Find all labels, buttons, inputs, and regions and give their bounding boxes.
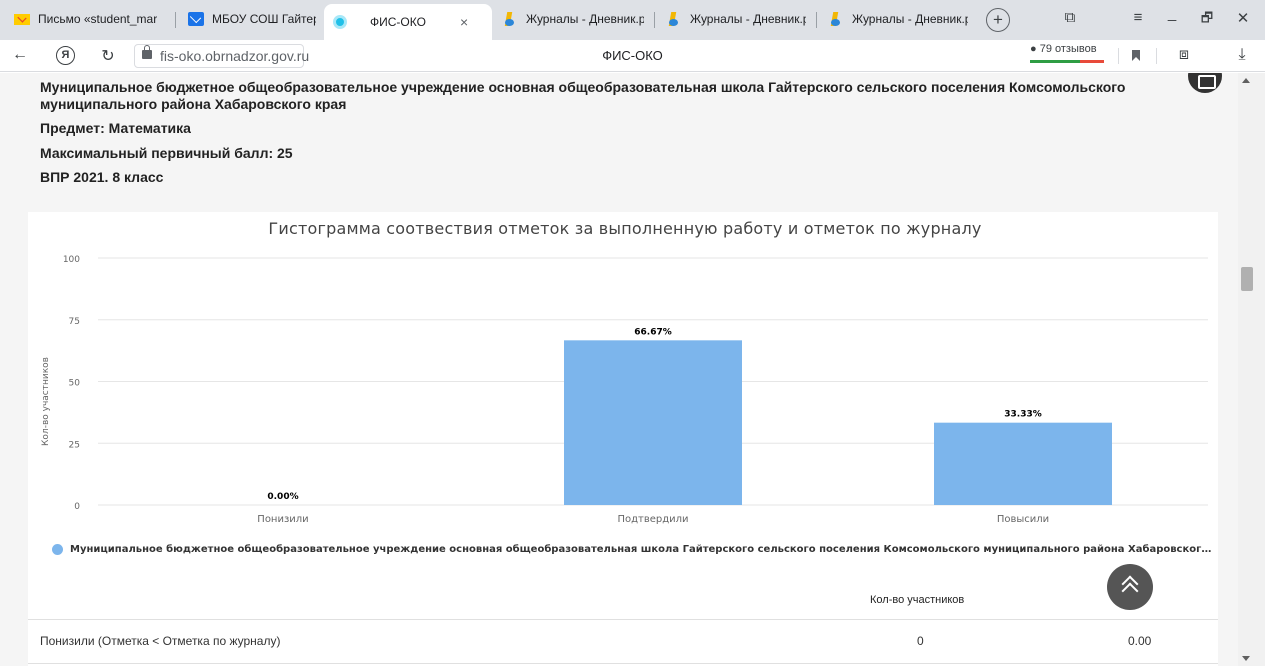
mail-icon [14,11,30,27]
table-row-count: 0 [917,634,924,648]
data-label: 0.00% [267,492,298,502]
scroll-up-arrow[interactable] [1242,78,1250,83]
tab-school-mail[interactable]: МБОУ СОШ Гайтерск [180,4,324,34]
scroll-thumb[interactable] [1241,267,1253,291]
reviews-label: 79 отзывов [1039,43,1097,55]
dnevnik-icon [828,11,844,27]
page-viewport: Муниципальное бюджетное общеобразователь… [0,73,1238,666]
data-label: 66.67% [634,327,672,337]
fis-oko-icon [332,14,348,30]
toolbar-separator [1156,48,1157,64]
tab-label: ФИС-ОКО [370,15,426,29]
tab-dnevnik-1[interactable]: Журналы - Дневник.р [494,4,652,34]
tab-label: Журналы - Дневник.р [852,12,968,26]
bar-chart: 0 25 50 75 100 Кол-во участников 0.00% 66.67%… [41,255,1208,525]
table-divider [28,619,1218,620]
chart-bars [564,340,1112,505]
scroll-down-arrow[interactable] [1242,656,1250,661]
minimize-button[interactable]: _ [1161,5,1183,22]
download-icon[interactable]: ⤓ [1232,46,1252,64]
print-icon[interactable] [1188,73,1222,93]
org-name-line2: муниципального района Хабаровского края [40,96,347,112]
reviews-button[interactable]: ● 79 отзывов [1030,43,1097,55]
reviews-rating-bar [1030,60,1104,63]
bar-2 [564,340,742,505]
x-tick-label: Понизили [257,514,308,525]
close-window-button[interactable]: ✕ [1232,9,1254,27]
scroll-to-top-button[interactable] [1107,564,1153,610]
y-tick-label: 25 [69,440,80,450]
legend-label: Муниципальное бюджетное общеобразователь… [70,544,1212,555]
tab-separator [816,12,817,28]
y-tick-labels: 0 25 50 75 100 [63,255,80,512]
x-tick-label: Повысили [997,514,1049,525]
table-row-percent: 0.00 [1128,634,1152,648]
y-axis-label: Кол-во участников [41,357,51,446]
tab-separator [175,12,176,28]
new-tab-button[interactable]: + [986,8,1010,32]
tab-separator [654,12,655,28]
chart-title: Гистограмма соотвествия отметок за выпол… [268,219,982,238]
data-label: 33.33% [1004,410,1042,420]
y-tick-label: 50 [69,379,81,389]
envelope-icon [188,11,204,27]
tab-mail[interactable]: Письмо «student_mar [6,4,172,34]
y-tick-label: 0 [74,502,80,512]
table-row-label: Понизили (Отметка < Отметка по журналу) [40,634,281,648]
toolbar-separator [1118,48,1119,64]
subject-label: Предмет: Математика [40,120,191,136]
tab-label: МБОУ СОШ Гайтерск [212,12,316,26]
tab-strip: Письмо «student_mar МБОУ СОШ Гайтерск ФИ… [0,0,1265,40]
chart-legend[interactable]: Муниципальное бюджетное общеобразователь… [52,544,1212,555]
tab-label: Письмо «student_mar [38,12,158,26]
max-score-label: Максимальный первичный балл: 25 [40,145,293,161]
legend-marker [52,544,63,555]
y-tick-label: 75 [69,317,80,327]
tab-dnevnik-2[interactable]: Журналы - Дневник.р [658,4,814,34]
table-column-header: Кол-во участников [870,594,965,606]
bar-3 [934,422,1112,505]
menu-icon[interactable]: ≡ [1127,9,1149,26]
restore-button[interactable]: 🗗 [1196,9,1218,31]
dnevnik-icon [502,11,518,27]
tab-label: Журналы - Дневник.р [690,12,806,26]
dnevnik-icon [666,11,682,27]
x-tick-label: Подтвердили [617,514,688,525]
address-bar: ← Я ↻ fis-oko.obrnadzor.gov.ru ФИС-ОКО ●… [0,40,1265,72]
tab-label: Журналы - Дневник.р [526,12,644,26]
org-name-line1: Муниципальное бюджетное общеобразователь… [40,79,1126,95]
y-tick-label: 100 [63,255,80,265]
tab-fis-oko[interactable]: ФИС-ОКО × [324,4,492,40]
tab-list-icon[interactable]: ⧉ [1059,9,1081,26]
table-divider [28,663,1218,664]
page-scrollbar[interactable] [1238,73,1265,666]
tab-dnevnik-3[interactable]: Журналы - Дневник.р [820,4,976,34]
close-tab-icon[interactable]: × [460,14,468,30]
exam-label: ВПР 2021. 8 класс [40,169,164,185]
bookmark-icon[interactable] [1132,50,1140,61]
x-tick-labels: Понизили Подтвердили Повысили [257,514,1049,525]
reader-mode-icon[interactable]: ⧈ [1174,46,1194,64]
